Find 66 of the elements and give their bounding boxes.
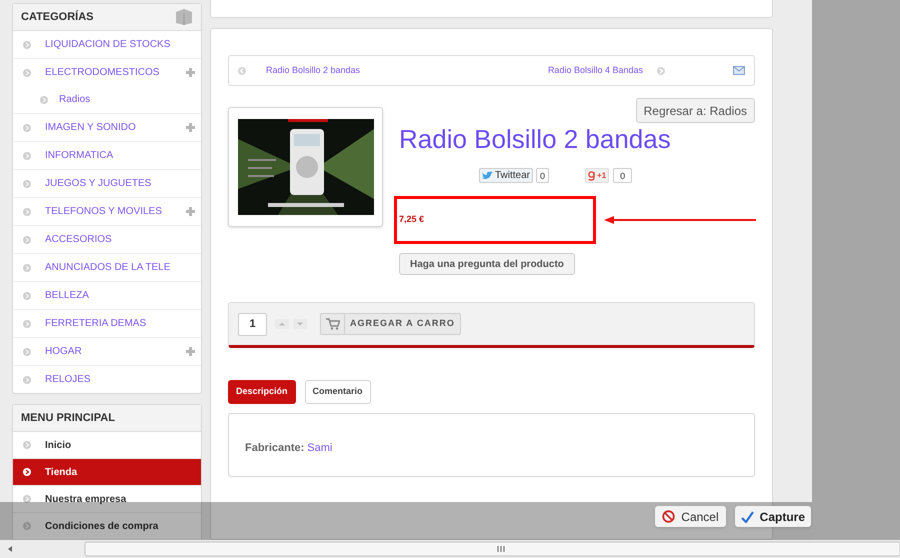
prohibited-icon — [662, 510, 676, 523]
expand-icon[interactable] — [186, 68, 195, 77]
bullet-icon — [23, 522, 31, 530]
bullet-icon — [23, 292, 31, 300]
bullet-icon — [23, 495, 31, 503]
tweet-button[interactable]: Twittear — [479, 168, 534, 183]
category-item[interactable]: INFORMATICA — [13, 142, 201, 169]
category-item[interactable]: FERRETERIA DEMAS — [13, 310, 201, 337]
category-item[interactable]: ELECTRODOMESTICOS — [13, 59, 201, 86]
previous-icon[interactable] — [238, 66, 246, 74]
email-icon[interactable] — [733, 66, 745, 75]
ask-question-button[interactable]: Haga una pregunta del producto — [399, 253, 575, 275]
horizontal-scrollbar[interactable] — [0, 540, 900, 558]
next-icon[interactable] — [657, 66, 665, 74]
previous-product-link[interactable]: Radio Bolsillo 2 bandas — [266, 64, 360, 78]
category-item[interactable]: BELLEZA — [13, 282, 201, 309]
bullet-icon — [23, 236, 31, 244]
tab[interactable]: Comentario — [304, 380, 371, 404]
product-price: 7,25 € — [399, 213, 424, 226]
panel-title: CATEGORÍAS — [21, 9, 94, 25]
bullet-icon — [23, 264, 31, 272]
bullet-icon — [23, 348, 31, 356]
bullet-icon — [40, 96, 48, 104]
expand-icon[interactable] — [186, 207, 195, 216]
cancel-button[interactable]: Cancel — [655, 506, 726, 527]
manufacturer-label: Fabricante: — [245, 440, 304, 456]
capture-button[interactable]: Capture — [734, 506, 811, 527]
g-logo-icon — [588, 170, 596, 180]
product-title: Radio Bolsillo 2 bandas — [399, 123, 672, 155]
bird-icon — [482, 171, 493, 180]
bullet-icon — [23, 40, 31, 48]
cart-icon — [326, 318, 340, 330]
checkmark-icon — [740, 510, 754, 522]
manufacturer-link[interactable]: Sami — [307, 440, 332, 456]
category-item[interactable]: HOGAR — [13, 338, 201, 365]
panel-title: MENU PRINCIPAL — [21, 410, 115, 426]
bullet-icon — [23, 180, 31, 188]
tab[interactable]: Descripción — [228, 380, 296, 404]
plus-one-count: 0 — [613, 168, 632, 183]
box-icon — [175, 8, 193, 26]
expand-icon[interactable] — [186, 347, 195, 356]
plus-one-button[interactable]: +1 — [585, 168, 610, 183]
menu-item[interactable]: Tienda — [13, 459, 201, 486]
category-item[interactable]: TELEFONOS Y MOVILES — [13, 198, 201, 225]
arrow-icon — [604, 216, 756, 224]
category-item[interactable]: JUEGOS Y JUGUETES — [13, 170, 201, 197]
bullet-icon — [23, 208, 31, 216]
expand-icon[interactable] — [186, 123, 195, 132]
bullet-icon — [23, 441, 31, 449]
next-product-link[interactable]: Radio Bolsillo 4 Bandas — [548, 64, 643, 78]
subcategory-item[interactable]: Radios — [13, 86, 201, 113]
bullet-icon — [23, 152, 31, 160]
quantity-field[interactable]: 1 — [238, 312, 267, 336]
bullet-icon — [23, 468, 31, 476]
bullet-icon — [23, 376, 31, 384]
tweet-count: 0 — [536, 168, 550, 183]
category-item[interactable]: IMAGEN Y SONIDO — [13, 114, 201, 141]
category-item[interactable]: ACCESORIOS — [13, 226, 201, 253]
bullet-icon — [23, 68, 31, 76]
bullet-icon — [23, 124, 31, 132]
category-item[interactable]: RELOJES — [13, 366, 201, 393]
category-item[interactable]: LIQUIDACION DE STOCKS — [13, 31, 201, 58]
category-item[interactable]: ANUNCIADOS DE LA TELE — [13, 254, 201, 281]
back-button[interactable]: Regresar a: Radios — [636, 98, 755, 123]
add-to-cart-button[interactable]: AGREGAR A CARRO — [320, 313, 461, 335]
bullet-icon — [23, 320, 31, 328]
